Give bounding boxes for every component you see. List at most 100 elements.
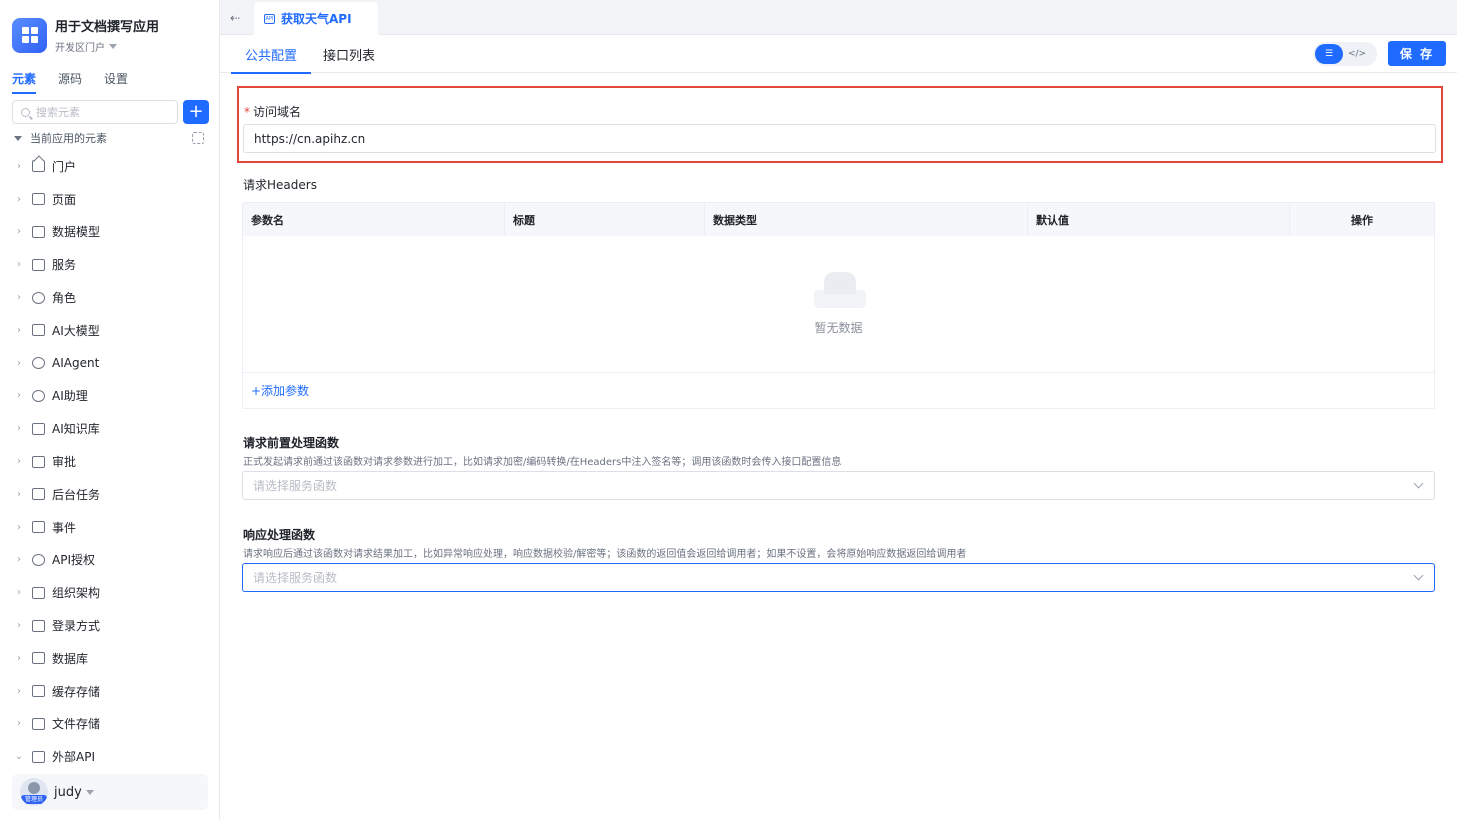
chevron-right-icon[interactable]: › [12,226,26,237]
tree-root[interactable]: 当前应用的元素 [14,130,204,146]
add-element-button[interactable]: + [183,100,209,124]
view-mode-toggle[interactable]: ☰ </> [1313,42,1377,66]
user-bar[interactable]: 管理员 judy [12,774,208,810]
sidebar-item-label: 角色 [52,291,77,306]
chevron-right-icon[interactable]: › [12,325,26,336]
save-button[interactable]: 保 存 [1388,41,1446,66]
chevron-down-icon[interactable]: ⌄ [12,751,26,762]
tab-weather-api[interactable]: API 获取天气API [254,2,378,35]
chevron-right-icon[interactable]: › [12,161,26,172]
pre-func-placeholder: 请选择服务函数 [253,479,338,493]
chevron-down-icon [1413,478,1424,489]
pre-func-select[interactable]: 请选择服务函数 [242,471,1435,500]
domain-input[interactable] [243,124,1436,153]
headers-table: 参数名 标题 数据类型 默认值 操作 暂无数据 +添加参数 [242,202,1435,409]
sidebar-item-label: AI知识库 [52,422,100,437]
home-icon [32,160,45,173]
sidebar-item-label: 服务 [52,258,77,273]
filter-icon[interactable] [192,132,204,144]
app-logo-icon [12,17,47,53]
search-icon [21,107,30,117]
chevron-right-icon[interactable]: › [12,358,26,369]
tab-label: 获取天气API [281,12,352,26]
chevron-right-icon[interactable]: › [12,554,26,565]
sidebar: 用于文档撰写应用 开发区门户 元素 源码 设置 + 当前应用的元素 › 门户 › 页面… [0,0,220,820]
sidebar-item[interactable]: › 登录方式 [12,609,212,642]
sidebar-item[interactable]: › 后台任务 [12,478,212,511]
user-name: judy [54,784,82,800]
cache-icon [32,685,45,698]
tab-elements[interactable]: 元素 [12,70,37,94]
sidebar-item[interactable]: › 缓存存储 [12,675,212,708]
chevron-right-icon[interactable]: › [12,686,26,697]
api-icon [32,750,45,763]
search-input[interactable] [36,105,166,119]
chevron-right-icon[interactable]: › [12,456,26,467]
sidebar-item-label: 外部API [52,750,95,765]
tab-interface-list[interactable]: 接口列表 [323,45,375,72]
avatar[interactable]: 管理员 [20,778,48,806]
sidebar-item[interactable]: › AIAgent [12,347,212,380]
side-tabs: 元素 源码 设置 [12,70,128,94]
chevron-right-icon[interactable]: › [12,522,26,533]
col-default-value: 默认值 [1028,203,1290,236]
collapse-sidebar-icon[interactable]: ⇠ [230,11,240,25]
page-icon [32,193,45,206]
tab-settings[interactable]: 设置 [104,70,128,94]
env-selector[interactable]: 开发区门户 [55,39,159,54]
sidebar-item[interactable]: › 数据库 [12,642,212,675]
chevron-right-icon[interactable]: › [12,620,26,631]
resp-func-desc: 请求响应后通过该函数对请求结果加工，比如异常响应处理，响应数据校验/解密等；该函… [243,549,967,560]
org-icon [32,586,45,599]
sidebar-item[interactable]: › AI大模型 [12,314,212,347]
sidebar-item[interactable]: › 服务 [12,248,212,281]
sidebar-item[interactable]: › AI知识库 [12,412,212,445]
code-view-icon[interactable]: </> [1343,44,1371,64]
sidebar-item-label: 数据库 [52,651,89,666]
sidebar-item[interactable]: › API授权 [12,544,212,577]
role-badge: 管理员 [21,795,47,804]
required-mark: * [244,105,250,119]
tab-public-config[interactable]: 公共配置 [231,45,312,74]
sidebar-item[interactable]: › 文件存储 [12,708,212,741]
robot-icon [32,357,45,370]
sidebar-item[interactable]: › 审批 [12,445,212,478]
domain-field-group: * 访问域名 [237,86,1443,163]
chevron-right-icon[interactable]: › [12,587,26,598]
sidebar-item[interactable]: › 门户 [12,150,212,183]
chevron-right-icon[interactable]: › [12,718,26,729]
sidebar-item-label: AIAgent [52,356,100,371]
form-view-icon[interactable]: ☰ [1315,44,1343,64]
tree-root-label: 当前应用的元素 [30,132,107,145]
sidebar-item[interactable]: › 角色 [12,281,212,314]
chevron-right-icon[interactable]: › [12,292,26,303]
sidebar-item-label: 后台任务 [52,487,101,502]
empty-state: 暂无数据 [243,236,1434,373]
chevron-right-icon[interactable]: › [12,653,26,664]
sidebar-item-label: 审批 [52,455,77,470]
domain-label: * 访问域名 [244,103,301,120]
nav-list: › 门户 › 页面 › 数据模型 › 服务 › 角色 › AI大模型 › AIAgent › AI助理 › AI知… [12,150,212,773]
chevron-right-icon[interactable]: › [12,423,26,434]
chevron-right-icon[interactable]: › [12,194,26,205]
add-param-button[interactable]: +添加参数 [243,373,1434,408]
sidebar-item[interactable]: › AI助理 [12,380,212,413]
sidebar-item[interactable]: ⌄ 外部API [12,740,212,773]
sidebar-item-label: 事件 [52,520,77,535]
chevron-right-icon[interactable]: › [12,489,26,500]
sidebar-item-label: 页面 [52,192,77,207]
sidebar-item[interactable]: › 页面 [12,183,212,216]
chevron-right-icon[interactable]: › [12,259,26,270]
table-icon [32,225,45,238]
sidebar-item[interactable]: › 事件 [12,511,212,544]
role-icon [32,291,45,304]
tab-source[interactable]: 源码 [58,70,82,94]
editor-tab-strip: ⇠ API 获取天气API [220,0,1457,35]
task-icon [32,488,45,501]
resp-func-select[interactable]: 请选择服务函数 [242,563,1435,592]
resp-func-title: 响应处理函数 [243,528,316,542]
search-box [12,100,178,124]
sidebar-item[interactable]: › 组织架构 [12,576,212,609]
sidebar-item[interactable]: › 数据模型 [12,216,212,249]
chevron-right-icon[interactable]: › [12,390,26,401]
